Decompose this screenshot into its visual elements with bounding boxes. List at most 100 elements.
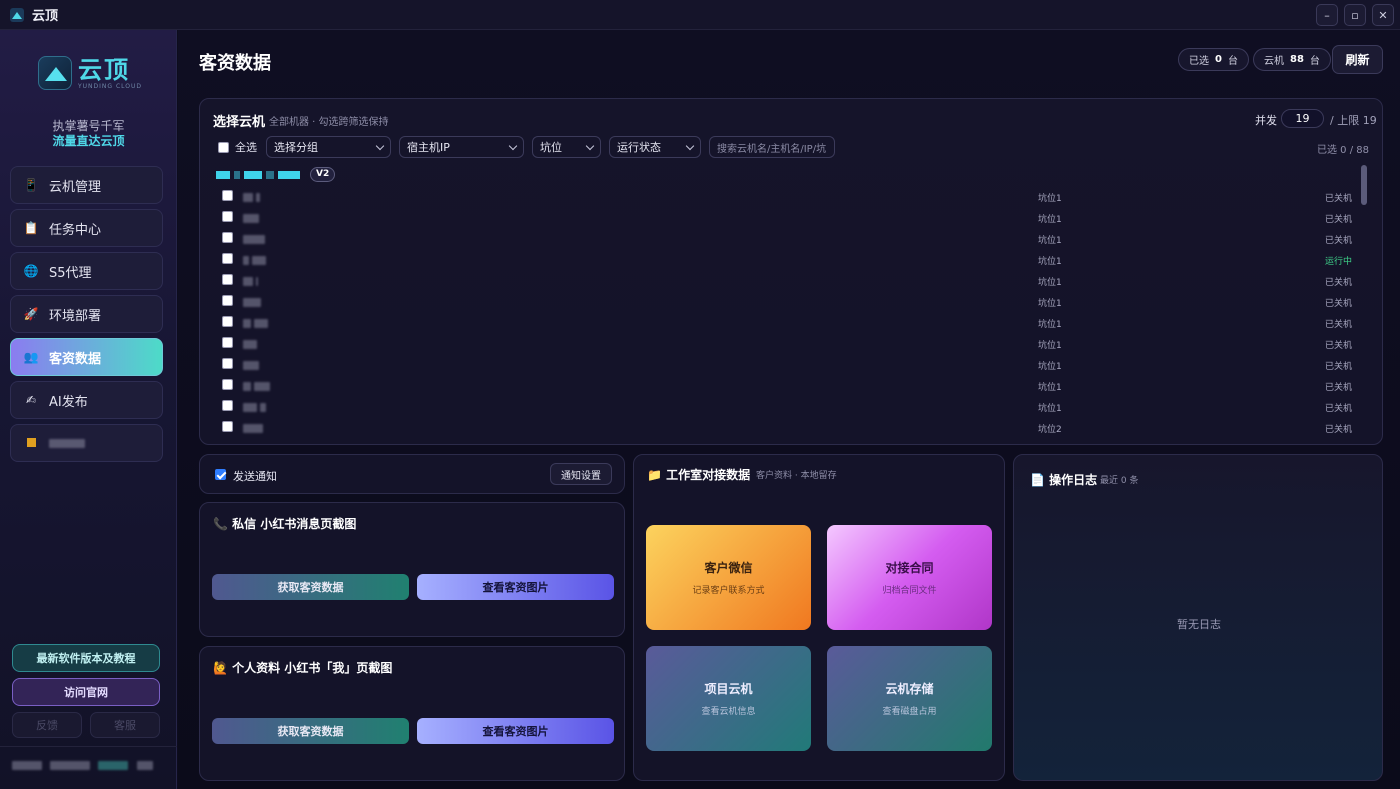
machine-checkbox[interactable] <box>222 190 233 201</box>
machine-checkbox[interactable] <box>222 337 233 348</box>
machine-name-redacted <box>243 338 257 352</box>
slogan-line-2: 流量直达云顶 <box>52 134 125 148</box>
maximize-button[interactable]: ▫ <box>1344 4 1366 26</box>
sidebar-item-env-deploy[interactable]: 🚀 环境部署 <box>10 295 163 333</box>
service-button[interactable]: 客服 <box>90 712 160 738</box>
get-customer-data-button[interactable]: 获取客资数据 <box>212 574 409 600</box>
machine-status: 已关机 <box>1325 194 1353 204</box>
private-message-title: 📞 私信 小红书消息页截图 <box>213 517 357 531</box>
machine-select-panel: 选择云机 全部机器 · 勾选跨筛选保持 并发 19 / 上限 19 全选 选择分… <box>199 98 1383 445</box>
chevron-down-icon <box>685 141 695 150</box>
machine-name-redacted <box>243 380 270 394</box>
machine-name-redacted <box>243 296 261 310</box>
sidebar-item-cloud-machines[interactable]: 📱 云机管理 <box>10 166 163 204</box>
send-notify-checkbox[interactable] <box>215 469 226 480</box>
version-badge: V2 <box>310 167 336 182</box>
machine-name-redacted <box>243 359 259 373</box>
profile-title: 🙋 个人资料 小红书「我」页截图 <box>213 661 393 675</box>
select-all-label: 全选 <box>235 141 257 154</box>
machine-checkbox[interactable] <box>222 232 233 243</box>
status-select[interactable]: 运行状态 <box>609 136 701 158</box>
customer-wechat-card[interactable]: 客户微信 记录客户联系方式 <box>646 525 811 630</box>
globe-icon: 🌐 <box>23 264 39 278</box>
view-customer-images-button[interactable]: 查看客资图片 <box>417 718 614 744</box>
contract-card[interactable]: 对接合同 归档合同文件 <box>827 525 992 630</box>
account-info <box>0 746 177 789</box>
minimize-button[interactable]: – <box>1316 4 1338 26</box>
cloud-storage-card[interactable]: 云机存储 查看磁盘占用 <box>827 646 992 751</box>
machine-row[interactable]: 坑位1 已关机 <box>220 355 1360 376</box>
machine-row[interactable]: 坑位1 已关机 <box>220 334 1360 355</box>
machine-checkbox[interactable] <box>222 316 233 327</box>
sidebar-nav: 📱 云机管理 📋 任务中心 🌐 S5代理 🚀 环境部署 👥 客资数据 ✍ AI发… <box>10 166 163 467</box>
machine-checkbox[interactable] <box>222 421 233 432</box>
machine-status: 已关机 <box>1325 320 1353 330</box>
machine-checkbox[interactable] <box>222 295 233 306</box>
machine-checkbox[interactable] <box>222 400 233 411</box>
refresh-button[interactable]: 刷新 <box>1332 45 1383 74</box>
concurrency-input[interactable]: 19 <box>1281 109 1324 128</box>
machine-list: 坑位1 已关机 坑位1 已关机 坑位1 已关机 坑位1 运行中 坑位1 已关机 坑位1 已关机 坑位1 已… <box>220 187 1360 439</box>
view-customer-images-button[interactable]: 查看客资图片 <box>417 574 614 600</box>
list-scrollbar[interactable] <box>1361 165 1367 205</box>
main-content: 客资数据 已选 0 台 云机 88 台 刷新 选择云机 全部机器 · 勾选跨筛选保持 并… <box>178 30 1400 789</box>
log-empty-text: 暂无日志 <box>1177 618 1221 631</box>
studio-subtitle: 客户资料 · 本地留存 <box>756 471 837 481</box>
machine-status: 已关机 <box>1325 278 1353 288</box>
notify-bar: 发送通知 通知设置 <box>199 454 625 494</box>
chevron-down-icon <box>375 141 385 150</box>
sidebar-item-ai-publish[interactable]: ✍ AI发布 <box>10 381 163 419</box>
group-select[interactable]: 选择分组 <box>266 136 391 158</box>
machine-row[interactable]: 坑位2 已关机 <box>220 418 1360 439</box>
sidebar-item-s5-proxy[interactable]: 🌐 S5代理 <box>10 252 163 290</box>
machine-slot: 坑位1 <box>1038 383 1062 393</box>
machine-checkbox[interactable] <box>222 253 233 264</box>
get-customer-data-button[interactable]: 获取客资数据 <box>212 718 409 744</box>
machine-row[interactable]: 坑位1 已关机 <box>220 397 1360 418</box>
machine-name-redacted <box>243 317 268 331</box>
machine-slot: 坑位2 <box>1038 425 1062 435</box>
clipboard-icon: 📋 <box>23 221 39 235</box>
machine-row[interactable]: 坑位1 已关机 <box>220 292 1360 313</box>
pen-icon: ✍ <box>25 393 37 407</box>
log-subtitle: 最近 0 条 <box>1100 476 1139 486</box>
visit-website-button[interactable]: 访问官网 <box>12 678 160 706</box>
machine-row[interactable]: 坑位1 已关机 <box>220 187 1360 208</box>
latest-version-button[interactable]: 最新软件版本及教程 <box>12 644 160 672</box>
folder-icon: 📁 <box>647 468 662 482</box>
machine-row[interactable]: 坑位1 已关机 <box>220 208 1360 229</box>
sidebar-item-label: S5代理 <box>49 265 92 281</box>
sidebar-item-customer-data[interactable]: 👥 客资数据 <box>10 338 163 376</box>
app-logo-icon <box>10 7 24 22</box>
sidebar-item-task-center[interactable]: 📋 任务中心 <box>10 209 163 247</box>
studio-title: 📁 工作室对接数据 <box>647 468 751 482</box>
phone-icon: 📱 <box>23 178 39 192</box>
sidebar-item-label: 任务中心 <box>49 222 102 238</box>
machine-row[interactable]: 坑位1 已关机 <box>220 271 1360 292</box>
project-cloud-card[interactable]: 项目云机 查看云机信息 <box>646 646 811 751</box>
concurrency-label: 并发 <box>1255 114 1277 127</box>
machine-row[interactable]: 坑位1 运行中 <box>220 250 1360 271</box>
machine-row[interactable]: 坑位1 已关机 <box>220 376 1360 397</box>
sidebar-item-redacted[interactable] <box>10 424 163 462</box>
machine-checkbox[interactable] <box>222 274 233 285</box>
machine-status: 已关机 <box>1325 383 1353 393</box>
cloud-count-badge: 云机 88 台 <box>1253 48 1331 71</box>
select-all-checkbox[interactable] <box>218 141 229 153</box>
group-header[interactable]: V2 <box>216 167 336 182</box>
machine-search-input[interactable]: 搜索云机名/主机名/IP/坑 <box>709 136 835 158</box>
host-ip-select[interactable]: 宿主机IP <box>399 136 524 158</box>
machine-row[interactable]: 坑位1 已关机 <box>220 313 1360 334</box>
feedback-button[interactable]: 反馈 <box>12 712 82 738</box>
machine-checkbox[interactable] <box>222 379 233 390</box>
slot-select[interactable]: 坑位 <box>532 136 601 158</box>
private-message-panel: 📞 私信 小红书消息页截图 获取客资数据 查看客资图片 <box>199 502 625 637</box>
close-button[interactable]: ✕ <box>1372 4 1394 26</box>
machine-checkbox[interactable] <box>222 211 233 222</box>
machine-row[interactable]: 坑位1 已关机 <box>220 229 1360 250</box>
machine-checkbox[interactable] <box>222 358 233 369</box>
machine-slot: 坑位1 <box>1038 362 1062 372</box>
rocket-icon: 🚀 <box>23 307 39 321</box>
notify-settings-button[interactable]: 通知设置 <box>550 463 612 485</box>
machine-name-redacted <box>243 401 266 415</box>
